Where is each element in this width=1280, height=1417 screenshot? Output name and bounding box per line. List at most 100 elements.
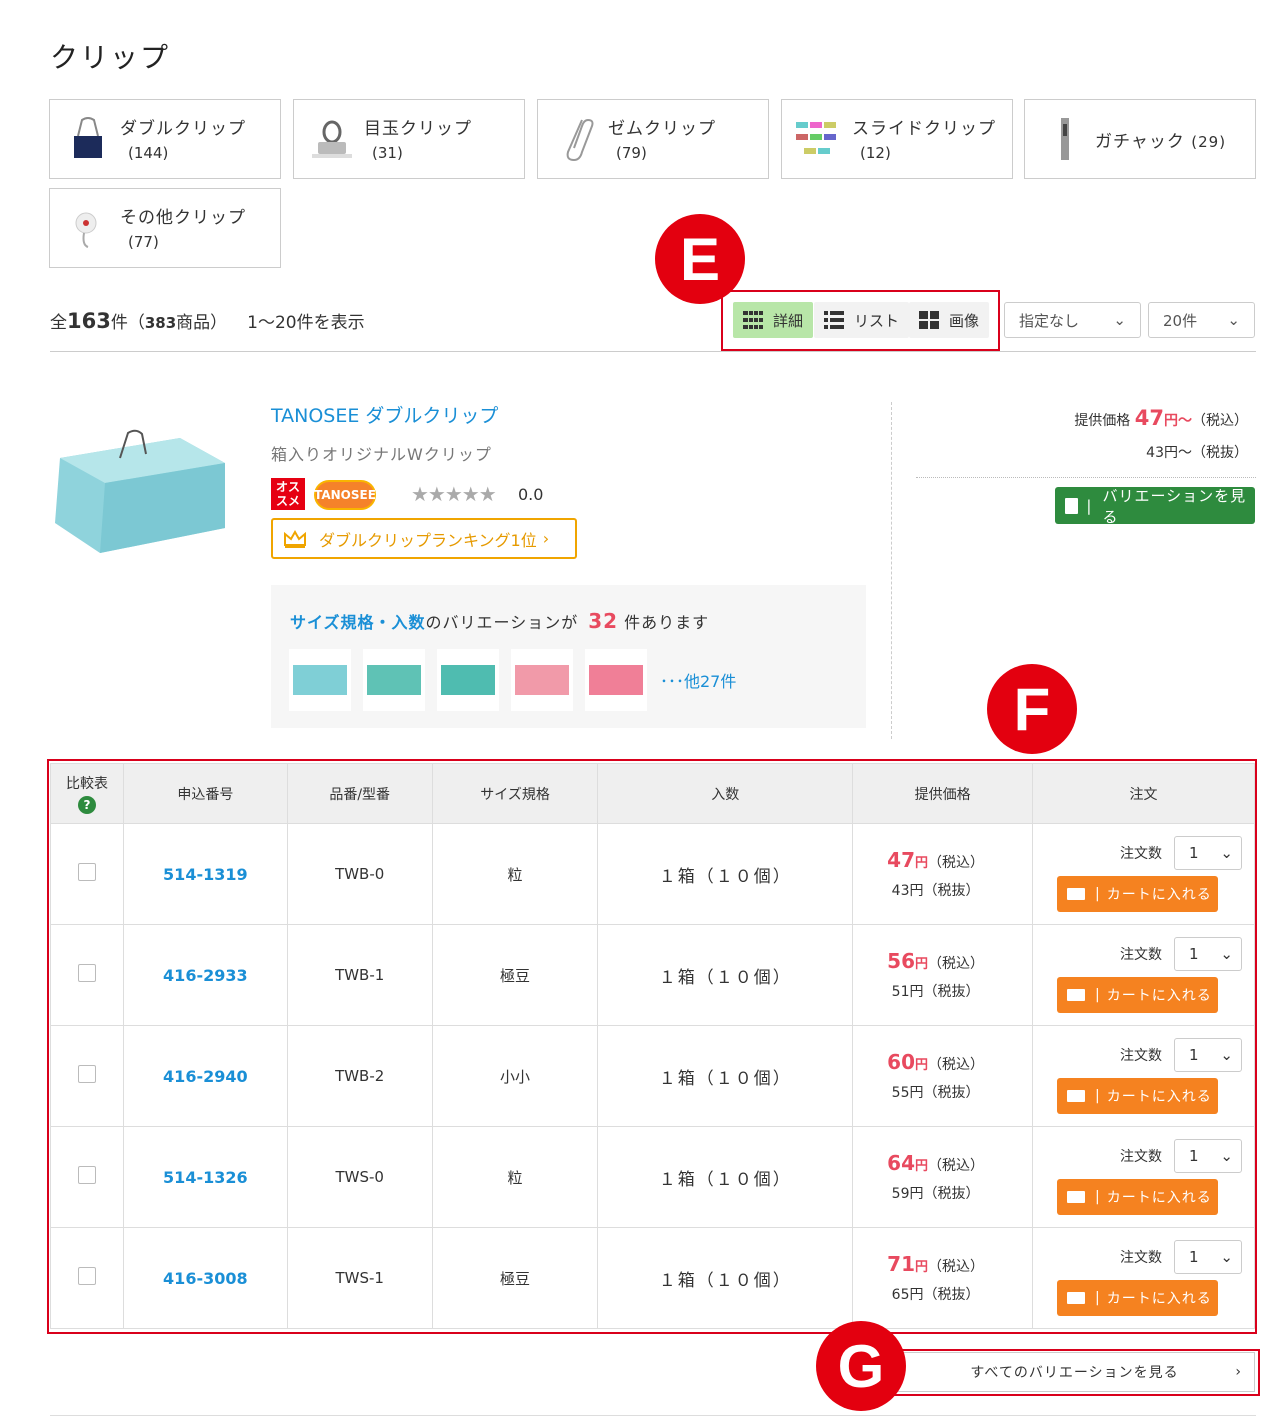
annotation-f-marker: F bbox=[987, 664, 1077, 754]
compare-checkbox[interactable] bbox=[77, 863, 96, 881]
price-cell: 56円（税込） 51円（税抜） bbox=[852, 924, 1033, 1026]
page-title: クリップ bbox=[50, 41, 171, 74]
order-code-link[interactable]: 514-1319 bbox=[163, 865, 248, 884]
price-cell: 64円（税込） 59円（税抜） bbox=[852, 1126, 1033, 1228]
annotation-e-box bbox=[721, 290, 1000, 351]
chevron-down-icon: ⌄ bbox=[1220, 1248, 1233, 1266]
order-qty-select[interactable]: 1 ⌄ bbox=[1174, 937, 1242, 971]
category-double-clip[interactable]: ダブルクリップ (144) bbox=[49, 99, 281, 179]
price-header: 提供価格 bbox=[852, 763, 1033, 824]
chevron-down-icon: ⌄ bbox=[1220, 1046, 1233, 1064]
variation-thumb[interactable] bbox=[363, 649, 425, 711]
add-to-cart-button[interactable]: | カートに入れる bbox=[1057, 977, 1218, 1013]
add-to-cart-button[interactable]: | カートに入れる bbox=[1057, 1280, 1218, 1316]
tanosee-logo-badge: TANOSEE bbox=[314, 480, 376, 510]
size-cell: 小小 bbox=[431, 1025, 599, 1127]
qty-cell: １箱（１０個） bbox=[597, 1126, 854, 1228]
cart-icon bbox=[1067, 1191, 1085, 1203]
order-qty-label: 注文数 bbox=[1120, 947, 1162, 963]
document-icon bbox=[1065, 497, 1079, 514]
annotation-e-marker: E bbox=[655, 214, 745, 304]
help-icon[interactable]: ? bbox=[77, 796, 96, 814]
category-binder-clip[interactable]: 目玉クリップ (31) bbox=[293, 99, 525, 179]
order-code-link[interactable]: 514-1326 bbox=[163, 1168, 248, 1187]
category-name: 目玉クリップ bbox=[364, 119, 472, 139]
order-code-link[interactable]: 416-2940 bbox=[163, 1067, 248, 1086]
divider bbox=[891, 402, 892, 739]
chevron-down-icon: ⌄ bbox=[1220, 844, 1233, 862]
divider bbox=[916, 477, 1256, 478]
category-other-clip[interactable]: その他クリップ (77) bbox=[49, 188, 281, 268]
order-cell: 注文数 1 ⌄ | カートに入れる bbox=[1032, 823, 1255, 925]
cart-icon bbox=[1067, 989, 1085, 1001]
category-slide-clip[interactable]: スライドクリップ (12) bbox=[781, 99, 1013, 179]
model-cell: TWB-1 bbox=[286, 924, 433, 1026]
category-count: (144) bbox=[128, 144, 169, 162]
variation-thumb[interactable] bbox=[437, 649, 499, 711]
result-summary: 全163件（383商品） 1〜20件を表示 bbox=[50, 309, 365, 333]
qty-header: 入数 bbox=[597, 763, 854, 824]
chevron-down-icon: ⌄ bbox=[1220, 945, 1233, 963]
annotation-g-marker: G bbox=[816, 1321, 906, 1411]
order-code-link[interactable]: 416-2933 bbox=[163, 966, 248, 985]
model-cell: TWB-2 bbox=[286, 1025, 433, 1127]
chevron-down-icon: ⌄ bbox=[1113, 311, 1126, 329]
variation-thumb[interactable] bbox=[511, 649, 573, 711]
cart-icon bbox=[1067, 1090, 1085, 1102]
qty-cell: １箱（１０個） bbox=[597, 924, 854, 1026]
recommend-badge: オス スメ bbox=[271, 478, 305, 510]
compare-checkbox[interactable] bbox=[77, 1267, 96, 1285]
order-qty-select[interactable]: 1 ⌄ bbox=[1174, 1139, 1242, 1173]
price-tax-ex: 43円〜（税抜） bbox=[1146, 445, 1248, 461]
add-to-cart-button[interactable]: | カートに入れる bbox=[1057, 1179, 1218, 1215]
view-variations-button[interactable]: | バリエーションを見る bbox=[1055, 487, 1255, 526]
order-qty-label: 注文数 bbox=[1120, 1250, 1162, 1266]
category-count: (12) bbox=[860, 144, 891, 162]
variation-thumb[interactable] bbox=[289, 649, 351, 711]
order-qty-select[interactable]: 1 ⌄ bbox=[1174, 1038, 1242, 1072]
compare-header: 比較表? bbox=[50, 763, 124, 824]
price-cell: 71円（税込） 65円（税抜） bbox=[852, 1227, 1033, 1329]
order-code-link[interactable]: 416-3008 bbox=[163, 1269, 248, 1288]
order-qty-select[interactable]: 1 ⌄ bbox=[1174, 1240, 1242, 1274]
variation-preview: サイズ規格・入数のバリエーションが 32 件あります ･･･他27件 bbox=[271, 585, 866, 728]
category-count: (31) bbox=[372, 144, 403, 162]
compare-checkbox[interactable] bbox=[77, 1065, 96, 1083]
per-page-select[interactable]: 20件 ⌄ bbox=[1148, 302, 1255, 338]
sort-select[interactable]: 指定なし ⌄ bbox=[1004, 302, 1141, 338]
category-name: ゼムクリップ bbox=[608, 119, 716, 139]
variation-summary: サイズ規格・入数のバリエーションが 32 件あります bbox=[290, 609, 710, 633]
order-qty-label: 注文数 bbox=[1120, 1048, 1162, 1064]
table-row: 416-2933 TWB-1 極豆 １箱（１０個） 56円（税込） 51円（税抜… bbox=[50, 924, 1255, 1026]
size-header: サイズ規格 bbox=[431, 763, 599, 824]
category-name: ダブルクリップ bbox=[120, 119, 246, 139]
compare-checkbox[interactable] bbox=[77, 964, 96, 982]
add-to-cart-button[interactable]: | カートに入れる bbox=[1057, 876, 1218, 912]
order-qty-select[interactable]: 1 ⌄ bbox=[1174, 836, 1242, 870]
category-count: (77) bbox=[128, 233, 159, 251]
price-tax-in: 提供価格 47円〜（税込） bbox=[1074, 406, 1248, 430]
variation-table: 比較表? 申込番号 品番/型番 サイズ規格 入数 提供価格 注文 514-131… bbox=[50, 763, 1255, 1329]
add-to-cart-button[interactable]: | カートに入れる bbox=[1057, 1078, 1218, 1114]
model-header: 品番/型番 bbox=[286, 763, 433, 824]
variation-more-link[interactable]: ･･･他27件 bbox=[660, 668, 736, 692]
order-cell: 注文数 1 ⌄ | カートに入れる bbox=[1032, 924, 1255, 1026]
price-cell: 60円（税込） 55円（税抜） bbox=[852, 1025, 1033, 1127]
model-cell: TWS-0 bbox=[286, 1126, 433, 1228]
ranking-link[interactable]: ダブルクリップランキング1位 › bbox=[271, 518, 577, 559]
product-image bbox=[55, 429, 225, 553]
slide-clip-icon bbox=[796, 122, 836, 154]
category-gachakku[interactable]: ガチャック (29) bbox=[1024, 99, 1256, 179]
double-clip-icon bbox=[74, 117, 102, 158]
table-row: 514-1326 TWS-0 粒 １箱（１０個） 64円（税込） 59円（税抜）… bbox=[50, 1126, 1255, 1228]
chevron-down-icon: ⌄ bbox=[1220, 1147, 1233, 1165]
variation-thumb[interactable] bbox=[585, 649, 647, 711]
category-count: (79) bbox=[616, 144, 647, 162]
category-name: スライドクリップ bbox=[852, 119, 996, 139]
category-count: (29) bbox=[1191, 133, 1227, 151]
compare-checkbox[interactable] bbox=[77, 1166, 96, 1184]
crown-icon bbox=[284, 529, 306, 548]
product-title-link[interactable]: TANOSEE ダブルクリップ bbox=[271, 401, 498, 428]
category-paper-clip[interactable]: ゼムクリップ (79) bbox=[537, 99, 769, 179]
annotation-g-box bbox=[892, 1349, 1260, 1396]
